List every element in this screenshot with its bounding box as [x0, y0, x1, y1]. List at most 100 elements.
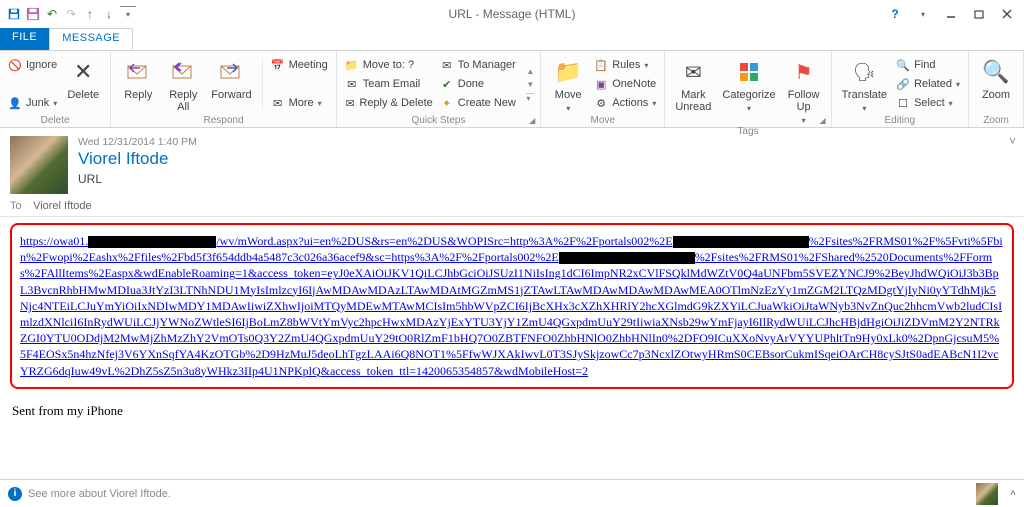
prev-icon[interactable]: ↑ — [82, 6, 98, 22]
reply-all-button[interactable]: Reply All — [162, 54, 204, 114]
rules-icon: 📋 — [594, 58, 608, 72]
delete-button[interactable]: ✕ Delete — [62, 54, 104, 114]
team-email-icon: ✉ — [345, 77, 359, 91]
people-pane-avatar[interactable] — [976, 483, 998, 505]
people-pane-text: See more about Viorel Iftode. — [28, 488, 171, 500]
sender-avatar[interactable] — [10, 136, 68, 194]
forward-icon — [217, 58, 245, 86]
tab-file[interactable]: FILE — [0, 28, 49, 50]
reply-button[interactable]: Reply — [117, 54, 159, 114]
undo-icon[interactable]: ↶ — [44, 6, 60, 22]
junk-button[interactable]: 👤Junk▾ — [6, 94, 59, 112]
redacted-segment — [559, 252, 695, 264]
meeting-button[interactable]: 📅Meeting — [269, 56, 330, 74]
categorize-button[interactable]: Categorize▾ — [718, 54, 779, 125]
maximize-icon[interactable] — [966, 4, 992, 24]
redacted-segment — [673, 236, 809, 248]
move-button[interactable]: 📁Move▾ — [547, 54, 589, 114]
to-label: To — [10, 200, 30, 212]
tab-message[interactable]: MESSAGE — [49, 28, 133, 50]
find-icon: 🔍 — [896, 58, 910, 72]
flag-icon: ⚑ — [790, 58, 818, 86]
message-date: Wed 12/31/2014 1:40 PM — [78, 136, 197, 148]
find-button[interactable]: 🔍Find — [894, 56, 962, 74]
ribbon-group-tags: ✉Mark Unread Categorize▾ ⚑Follow Up▾ Tag… — [665, 51, 831, 127]
minimize-icon[interactable] — [938, 4, 964, 24]
to-manager-icon: ✉ — [440, 58, 454, 72]
ribbon-group-zoom: 🔍Zoom Zoom — [969, 51, 1024, 127]
reply-icon — [124, 58, 152, 86]
redo-icon[interactable]: ↷ — [63, 6, 79, 22]
more-respond-button[interactable]: ✉More▾ — [269, 94, 330, 112]
close-icon[interactable] — [994, 4, 1020, 24]
qs-tomanager-button[interactable]: ✉To Manager — [438, 56, 524, 74]
qs-dropdown[interactable]: ▾ — [526, 93, 534, 103]
header-collapse-icon[interactable]: ˅ — [1009, 134, 1016, 148]
delete-icon: ✕ — [69, 58, 97, 86]
meeting-icon: 📅 — [271, 58, 285, 72]
qs-moveto-button[interactable]: 📁Move to: ? — [343, 56, 435, 74]
categorize-icon — [735, 58, 763, 86]
quick-access-toolbar: ↶ ↷ ↑ ↓ ▾ — [0, 6, 136, 22]
select-icon: ☐ — [896, 96, 910, 110]
quicksteps-launcher[interactable]: ◢ — [526, 114, 538, 126]
info-icon: i — [8, 487, 22, 501]
related-icon: 🔗 — [896, 77, 910, 91]
qs-scroll-down[interactable]: ▼ — [526, 80, 534, 89]
done-icon: ✔ — [440, 77, 454, 91]
message-header: ˅ Wed 12/31/2014 1:40 PM Viorel Iftode U… — [0, 128, 1024, 217]
onenote-button[interactable]: ▣OneNote — [592, 75, 658, 93]
url-highlight-box: https://owa01./wv/mWord.aspx?ui=en%2DUS&… — [10, 223, 1014, 389]
to-value[interactable]: Viorel Iftode — [33, 200, 92, 212]
save-icon[interactable] — [25, 6, 41, 22]
long-url-link[interactable]: https://owa01./wv/mWord.aspx?ui=en%2DUS&… — [20, 234, 1003, 378]
rules-button[interactable]: 📋Rules▾ — [592, 56, 658, 74]
qs-scroll-up[interactable]: ▲ — [526, 67, 534, 76]
qs-teamemail-button[interactable]: ✉Team Email — [343, 75, 435, 93]
folder-move-icon: 📁 — [345, 58, 359, 72]
window-title: URL - Message (HTML) — [449, 7, 576, 21]
actions-button[interactable]: ⚙Actions▾ — [592, 94, 658, 112]
next-icon[interactable]: ↓ — [101, 6, 117, 22]
create-new-icon: ✦ — [440, 96, 454, 110]
ribbon: 🚫Ignore 👤Junk▾ ✕ Delete Delete Reply Rep… — [0, 50, 1024, 128]
title-bar: ↶ ↷ ↑ ↓ ▾ URL - Message (HTML) ? ▾ — [0, 0, 1024, 28]
mark-unread-icon: ✉ — [679, 58, 707, 86]
qs-done-button[interactable]: ✔Done — [438, 75, 524, 93]
qs-replydelete-button[interactable]: ✉Reply & Delete — [343, 94, 435, 112]
ribbon-group-delete: 🚫Ignore 👤Junk▾ ✕ Delete Delete — [0, 51, 111, 127]
qat-customize-icon[interactable]: ▾ — [120, 6, 136, 22]
ribbon-group-respond: Reply Reply All Forward 📅Meeting ✉More▾ … — [111, 51, 336, 127]
select-button[interactable]: ☐Select▾ — [894, 94, 962, 112]
translate-button[interactable]: 🗣Translate▾ — [838, 54, 891, 114]
app-icon[interactable] — [6, 6, 22, 22]
ignore-icon: 🚫 — [8, 58, 22, 72]
ribbon-group-quicksteps: 📁Move to: ? ✉Team Email ✉Reply & Delete … — [337, 51, 541, 127]
message-to-row: To Viorel Iftode — [10, 200, 1014, 212]
redacted-segment — [88, 236, 216, 248]
junk-icon: 👤 — [8, 96, 22, 110]
ignore-button[interactable]: 🚫Ignore — [6, 56, 59, 74]
ribbon-group-move: 📁Move▾ 📋Rules▾ ▣OneNote ⚙Actions▾ Move — [541, 51, 665, 127]
zoom-icon: 🔍 — [982, 58, 1010, 86]
zoom-button[interactable]: 🔍Zoom — [975, 54, 1017, 114]
window-controls: ? ▾ — [882, 4, 1024, 24]
help-icon[interactable]: ? — [882, 4, 908, 24]
reply-all-icon — [169, 58, 197, 86]
tags-launcher[interactable]: ◢ — [817, 114, 829, 126]
translate-icon: 🗣 — [850, 58, 878, 86]
onenote-icon: ▣ — [594, 77, 608, 91]
message-sender[interactable]: Viorel Iftode — [78, 149, 197, 169]
people-pane[interactable]: i See more about Viorel Iftode. ˄ — [0, 479, 1024, 507]
ribbon-group-editing: 🗣Translate▾ 🔍Find 🔗Related▾ ☐Select▾ Edi… — [832, 51, 969, 127]
ribbon-display-icon[interactable]: ▾ — [910, 4, 936, 24]
forward-button[interactable]: Forward — [207, 54, 255, 114]
email-signature: Sent from my iPhone — [10, 401, 1014, 421]
qs-createnew-button[interactable]: ✦Create New — [438, 94, 524, 112]
mark-unread-button[interactable]: ✉Mark Unread — [671, 54, 715, 125]
ribbon-tabs: FILE MESSAGE — [0, 28, 1024, 50]
move-icon: 📁 — [554, 58, 582, 86]
actions-icon: ⚙ — [594, 96, 608, 110]
related-button[interactable]: 🔗Related▾ — [894, 75, 962, 93]
people-pane-expand-icon[interactable]: ˄ — [1004, 488, 1016, 499]
